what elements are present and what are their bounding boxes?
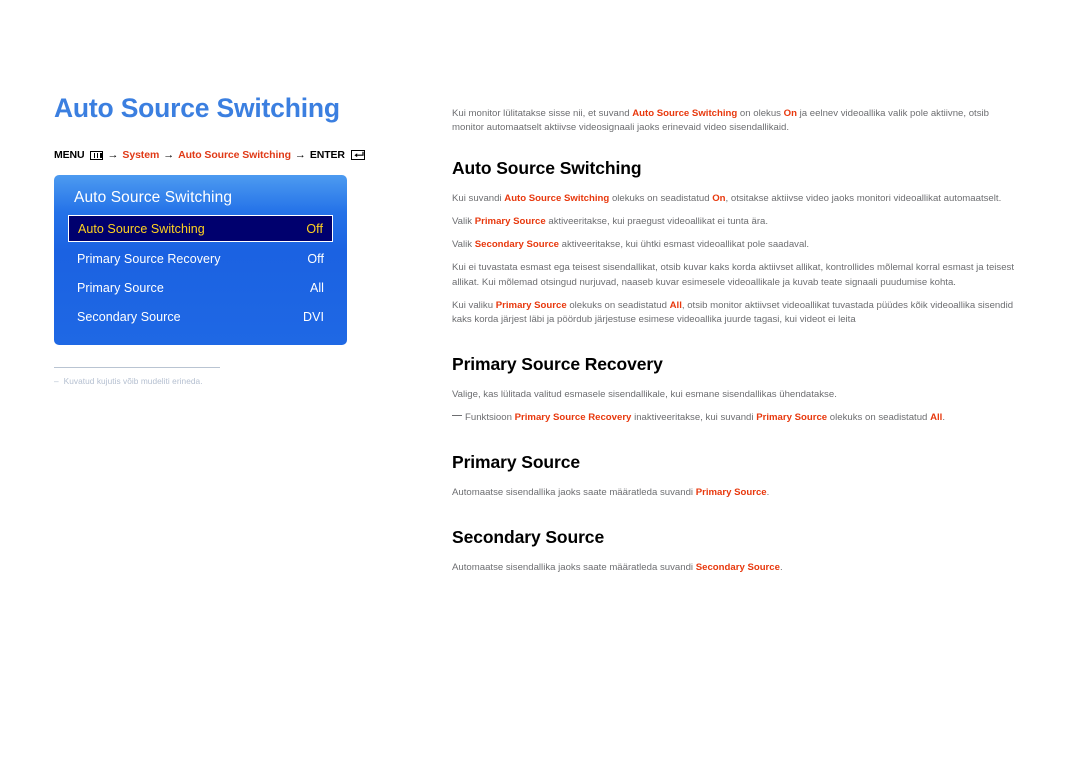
note-dash-icon xyxy=(452,414,462,416)
text-highlight: Primary Source xyxy=(756,412,828,424)
text-highlight: On xyxy=(712,193,726,205)
breadcrumb-item-system: System xyxy=(122,149,160,162)
text-run: Kui valiku xyxy=(452,299,496,311)
footnote: – Kuvatud kujutis võib mudeliti erineda. xyxy=(54,376,414,386)
section-heading: Primary Source xyxy=(452,452,580,473)
section-paragraph: Automaatse sisendallika jaoks saate määr… xyxy=(452,486,1022,501)
text-highlight: Primary Source xyxy=(495,299,567,311)
section-paragraph: Valik Secondary Source aktiveeritakse, k… xyxy=(452,238,1022,253)
sections-container: Auto Source Switching Kui suvandi Auto So… xyxy=(452,158,1022,575)
left-column: Auto Source Switching MENU → System → Au… xyxy=(54,93,414,386)
text-run: , otsitakse aktiivse video jaoks monitor… xyxy=(725,193,1002,205)
intro-highlight-2: On xyxy=(783,107,797,119)
intro-highlight-1: Auto Source Switching xyxy=(632,107,738,119)
breadcrumb-arrow-1: → xyxy=(107,149,119,162)
osd-row-value: DVI xyxy=(303,309,324,324)
section-primary-source-recovery: Primary Source Recovery Valige, kas lülit… xyxy=(452,354,1022,426)
breadcrumb-item-auto-source-switching: Auto Source Switching xyxy=(178,149,291,162)
section-paragraph: Kui suvandi Auto Source Switching olekuk… xyxy=(452,192,1022,207)
text-run: Automaatse sisendallika jaoks saate määr… xyxy=(452,487,696,499)
section-secondary-source: Secondary Source Automaatse sisendallika … xyxy=(452,527,1022,576)
breadcrumb-arrow-2: → xyxy=(163,149,175,162)
osd-row-auto-source-switching[interactable]: Auto Source Switching Off xyxy=(68,215,333,243)
text-highlight: All xyxy=(669,299,682,311)
section-note: Funktsioon Primary Source Recovery inakt… xyxy=(452,411,1022,426)
osd-row-label: Primary Source xyxy=(77,280,164,295)
text-run: . xyxy=(779,561,783,573)
enter-key-icon xyxy=(350,150,365,161)
intro-paragraph: Kui monitor lülitatakse sisse nii, et su… xyxy=(452,107,1022,137)
section-paragraph: Kui ei tuvastata esmast ega teisest sise… xyxy=(452,261,1022,291)
osd-title: Auto Source Switching xyxy=(74,189,233,207)
text-run: . xyxy=(766,487,770,499)
text-run: Valik xyxy=(452,239,475,251)
text-run: Valik xyxy=(452,216,475,228)
text-highlight: Primary Source xyxy=(474,216,546,228)
page-title: Auto Source Switching xyxy=(54,93,340,123)
page-root: Auto Source Switching MENU → System → Au… xyxy=(0,0,1080,763)
text-run: Kui ei tuvastata esmast ega teisest sise… xyxy=(452,261,1015,288)
osd-panel: Auto Source Switching Auto Source Switch… xyxy=(54,175,347,346)
text-run: Kui suvandi xyxy=(452,193,505,205)
section-paragraph: Kui valiku Primary Source olekuks on sea… xyxy=(452,299,1022,329)
osd-row-value: Off xyxy=(307,251,324,266)
text-run: olekuks on seadistatud xyxy=(566,299,670,311)
text-run: . xyxy=(942,412,945,424)
breadcrumb-enter-label: ENTER xyxy=(309,149,345,162)
intro-text-1: Kui monitor lülitatakse sisse nii, et su… xyxy=(452,107,633,119)
section-paragraph: Valige, kas lülitada valitud esmasele si… xyxy=(452,388,1022,403)
section-heading: Primary Source Recovery xyxy=(452,354,663,375)
osd-row-value: Off xyxy=(306,221,323,236)
text-run: inaktiveeritakse, kui suvandi xyxy=(631,412,757,424)
osd-row-label: Secondary Source xyxy=(77,309,181,324)
breadcrumb-arrow-3: → xyxy=(294,149,306,162)
footnote-dash: – xyxy=(54,376,59,387)
section-paragraph: Automaatse sisendallika jaoks saate määr… xyxy=(452,561,1022,576)
text-run: Valige, kas lülitada valitud esmasele si… xyxy=(452,389,837,401)
breadcrumb: MENU → System → Auto Source Switching → … xyxy=(54,149,414,161)
section-heading: Auto Source Switching xyxy=(452,158,642,179)
text-highlight: Secondary Source xyxy=(474,239,559,251)
text-run: olekuks on seadistatud xyxy=(609,193,713,205)
breadcrumb-menu-label: MENU xyxy=(54,149,85,162)
footnote-text: Kuvatud kujutis võib mudeliti erineda. xyxy=(63,376,203,387)
text-run: Automaatse sisendallika jaoks saate määr… xyxy=(452,561,696,573)
text-run: aktiveeritakse, kui praegust videoallika… xyxy=(545,216,769,228)
osd-row-primary-source-recovery[interactable]: Primary Source Recovery Off xyxy=(68,246,333,271)
text-highlight: Primary Source Recovery xyxy=(514,412,632,424)
menu-bars-icon xyxy=(89,150,103,160)
section-auto-source-switching: Auto Source Switching Kui suvandi Auto So… xyxy=(452,158,1022,328)
section-primary-source: Primary Source Automaatse sisendallika ja… xyxy=(452,452,1022,501)
osd-row-label: Primary Source Recovery xyxy=(77,251,221,266)
text-run: Funktsioon xyxy=(465,412,515,424)
section-heading: Secondary Source xyxy=(452,526,605,547)
text-highlight: Primary Source xyxy=(695,487,767,499)
text-run: aktiveeritakse, kui ühtki esmast videoal… xyxy=(559,239,810,251)
osd-row-value: All xyxy=(309,280,324,295)
osd-row-secondary-source[interactable]: Secondary Source DVI xyxy=(68,304,333,329)
osd-row-label: Auto Source Switching xyxy=(78,221,205,236)
section-paragraph: Valik Primary Source aktiveeritakse, kui… xyxy=(452,215,1022,230)
right-column: Kui monitor lülitatakse sisse nii, et su… xyxy=(452,97,1022,602)
text-highlight: Secondary Source xyxy=(695,561,780,573)
text-run: olekuks on seadistatud xyxy=(827,412,931,424)
intro-text-2: on olekus xyxy=(737,107,784,119)
text-highlight: Auto Source Switching xyxy=(504,193,610,205)
footnote-divider xyxy=(54,367,220,369)
text-highlight: All xyxy=(930,412,943,424)
osd-row-primary-source[interactable]: Primary Source All xyxy=(68,275,333,300)
